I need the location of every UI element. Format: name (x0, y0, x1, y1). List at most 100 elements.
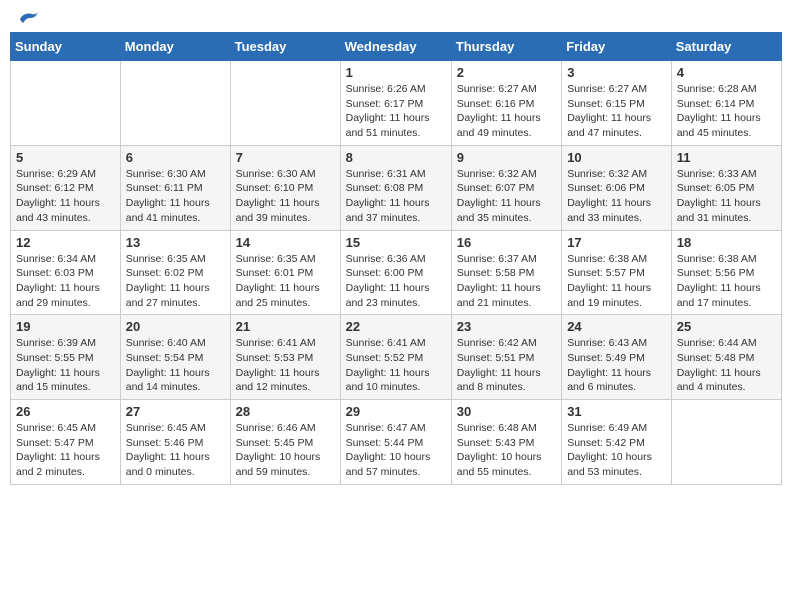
day-content: Sunrise: 6:38 AM Sunset: 5:57 PM Dayligh… (567, 252, 666, 311)
calendar-cell: 22 Sunrise: 6:41 AM Sunset: 5:52 PM Dayli… (340, 315, 451, 400)
calendar-table: SundayMondayTuesdayWednesdayThursdayFrid… (10, 32, 782, 485)
day-number: 5 (16, 150, 115, 165)
day-number: 14 (236, 235, 335, 250)
day-number: 1 (346, 65, 446, 80)
day-content: Sunrise: 6:35 AM Sunset: 6:01 PM Dayligh… (236, 252, 335, 311)
day-content: Sunrise: 6:46 AM Sunset: 5:45 PM Dayligh… (236, 421, 335, 480)
day-content: Sunrise: 6:49 AM Sunset: 5:42 PM Dayligh… (567, 421, 666, 480)
weekday-header-tuesday: Tuesday (230, 33, 340, 61)
calendar-cell: 26Sunrise: 6:45 AM Sunset: 5:47 PM Dayli… (11, 400, 121, 485)
calendar-cell: 10 Sunrise: 6:32 AM Sunset: 6:06 PM Dayli… (562, 145, 672, 230)
calendar-cell: 15 Sunrise: 6:36 AM Sunset: 6:00 PM Dayli… (340, 230, 451, 315)
day-content: Sunrise: 6:32 AM Sunset: 6:07 PM Dayligh… (457, 167, 556, 226)
calendar-cell: 11 Sunrise: 6:33 AM Sunset: 6:05 PM Dayli… (671, 145, 781, 230)
day-content: Sunrise: 6:37 AM Sunset: 5:58 PM Dayligh… (457, 252, 556, 311)
day-content: Sunrise: 6:30 AM Sunset: 6:10 PM Dayligh… (236, 167, 335, 226)
day-number: 12 (16, 235, 115, 250)
day-number: 28 (236, 404, 335, 419)
weekday-header-monday: Monday (120, 33, 230, 61)
day-number: 18 (677, 235, 776, 250)
day-number: 22 (346, 319, 446, 334)
day-number: 3 (567, 65, 666, 80)
day-content: Sunrise: 6:30 AM Sunset: 6:11 PM Dayligh… (126, 167, 225, 226)
day-number: 24 (567, 319, 666, 334)
calendar-cell (671, 400, 781, 485)
day-number: 25 (677, 319, 776, 334)
calendar-cell: 28 Sunrise: 6:46 AM Sunset: 5:45 PM Dayli… (230, 400, 340, 485)
day-number: 6 (126, 150, 225, 165)
calendar-cell: 24Sunrise: 6:43 AM Sunset: 5:49 PM Dayli… (562, 315, 672, 400)
calendar-cell: 13 Sunrise: 6:35 AM Sunset: 6:02 PM Dayli… (120, 230, 230, 315)
calendar-cell: 21 Sunrise: 6:41 AM Sunset: 5:53 PM Dayli… (230, 315, 340, 400)
day-content: Sunrise: 6:27 AM Sunset: 6:15 PM Dayligh… (567, 82, 666, 141)
day-content: Sunrise: 6:31 AM Sunset: 6:08 PM Dayligh… (346, 167, 446, 226)
day-number: 10 (567, 150, 666, 165)
day-content: Sunrise: 6:47 AM Sunset: 5:44 PM Dayligh… (346, 421, 446, 480)
day-number: 20 (126, 319, 225, 334)
day-content: Sunrise: 6:28 AM Sunset: 6:14 PM Dayligh… (677, 82, 776, 141)
calendar-cell: 7 Sunrise: 6:30 AM Sunset: 6:10 PM Daylig… (230, 145, 340, 230)
day-number: 9 (457, 150, 556, 165)
day-content: Sunrise: 6:44 AM Sunset: 5:48 PM Dayligh… (677, 336, 776, 395)
day-number: 13 (126, 235, 225, 250)
day-number: 2 (457, 65, 556, 80)
calendar-cell: 3 Sunrise: 6:27 AM Sunset: 6:15 PM Daylig… (562, 61, 672, 146)
day-content: Sunrise: 6:45 AM Sunset: 5:46 PM Dayligh… (126, 421, 225, 480)
day-content: Sunrise: 6:38 AM Sunset: 5:56 PM Dayligh… (677, 252, 776, 311)
weekday-header-saturday: Saturday (671, 33, 781, 61)
day-content: Sunrise: 6:39 AM Sunset: 5:55 PM Dayligh… (16, 336, 115, 395)
calendar-cell: 17 Sunrise: 6:38 AM Sunset: 5:57 PM Dayli… (562, 230, 672, 315)
weekday-header-sunday: Sunday (11, 33, 121, 61)
calendar-cell (230, 61, 340, 146)
calendar-cell: 6 Sunrise: 6:30 AM Sunset: 6:11 PM Daylig… (120, 145, 230, 230)
calendar-cell (11, 61, 121, 146)
day-number: 4 (677, 65, 776, 80)
weekday-header-thursday: Thursday (451, 33, 561, 61)
day-content: Sunrise: 6:33 AM Sunset: 6:05 PM Dayligh… (677, 167, 776, 226)
day-number: 21 (236, 319, 335, 334)
calendar-week-5: 26Sunrise: 6:45 AM Sunset: 5:47 PM Dayli… (11, 400, 782, 485)
calendar-cell: 19 Sunrise: 6:39 AM Sunset: 5:55 PM Dayli… (11, 315, 121, 400)
calendar-cell: 16 Sunrise: 6:37 AM Sunset: 5:58 PM Dayli… (451, 230, 561, 315)
day-content: Sunrise: 6:41 AM Sunset: 5:53 PM Dayligh… (236, 336, 335, 395)
day-number: 29 (346, 404, 446, 419)
day-content: Sunrise: 6:35 AM Sunset: 6:02 PM Dayligh… (126, 252, 225, 311)
calendar-cell: 2 Sunrise: 6:27 AM Sunset: 6:16 PM Daylig… (451, 61, 561, 146)
day-number: 17 (567, 235, 666, 250)
day-number: 8 (346, 150, 446, 165)
day-number: 30 (457, 404, 556, 419)
day-number: 31 (567, 404, 666, 419)
day-number: 19 (16, 319, 115, 334)
day-number: 23 (457, 319, 556, 334)
calendar-cell: 18 Sunrise: 6:38 AM Sunset: 5:56 PM Dayli… (671, 230, 781, 315)
logo-bird-icon (18, 10, 40, 28)
day-content: Sunrise: 6:34 AM Sunset: 6:03 PM Dayligh… (16, 252, 115, 311)
day-number: 26 (16, 404, 115, 419)
day-content: Sunrise: 6:26 AM Sunset: 6:17 PM Dayligh… (346, 82, 446, 141)
calendar-cell: 1 Sunrise: 6:26 AM Sunset: 6:17 PM Daylig… (340, 61, 451, 146)
day-content: Sunrise: 6:32 AM Sunset: 6:06 PM Dayligh… (567, 167, 666, 226)
calendar-cell: 31 Sunrise: 6:49 AM Sunset: 5:42 PM Dayli… (562, 400, 672, 485)
calendar-cell: 27Sunrise: 6:45 AM Sunset: 5:46 PM Dayli… (120, 400, 230, 485)
day-content: Sunrise: 6:41 AM Sunset: 5:52 PM Dayligh… (346, 336, 446, 395)
calendar-week-3: 12 Sunrise: 6:34 AM Sunset: 6:03 PM Dayli… (11, 230, 782, 315)
calendar-week-4: 19 Sunrise: 6:39 AM Sunset: 5:55 PM Dayli… (11, 315, 782, 400)
weekday-header-row: SundayMondayTuesdayWednesdayThursdayFrid… (11, 33, 782, 61)
calendar-week-1: 1 Sunrise: 6:26 AM Sunset: 6:17 PM Daylig… (11, 61, 782, 146)
calendar-week-2: 5Sunrise: 6:29 AM Sunset: 6:12 PM Daylig… (11, 145, 782, 230)
day-number: 16 (457, 235, 556, 250)
calendar-cell: 4 Sunrise: 6:28 AM Sunset: 6:14 PM Daylig… (671, 61, 781, 146)
day-content: Sunrise: 6:27 AM Sunset: 6:16 PM Dayligh… (457, 82, 556, 141)
calendar-cell: 29 Sunrise: 6:47 AM Sunset: 5:44 PM Dayli… (340, 400, 451, 485)
day-number: 7 (236, 150, 335, 165)
day-number: 11 (677, 150, 776, 165)
calendar-cell: 8 Sunrise: 6:31 AM Sunset: 6:08 PM Daylig… (340, 145, 451, 230)
day-content: Sunrise: 6:36 AM Sunset: 6:00 PM Dayligh… (346, 252, 446, 311)
weekday-header-wednesday: Wednesday (340, 33, 451, 61)
day-number: 15 (346, 235, 446, 250)
day-content: Sunrise: 6:48 AM Sunset: 5:43 PM Dayligh… (457, 421, 556, 480)
calendar-cell: 12 Sunrise: 6:34 AM Sunset: 6:03 PM Dayli… (11, 230, 121, 315)
calendar-cell: 30 Sunrise: 6:48 AM Sunset: 5:43 PM Dayli… (451, 400, 561, 485)
day-content: Sunrise: 6:40 AM Sunset: 5:54 PM Dayligh… (126, 336, 225, 395)
calendar-cell: 23Sunrise: 6:42 AM Sunset: 5:51 PM Dayli… (451, 315, 561, 400)
